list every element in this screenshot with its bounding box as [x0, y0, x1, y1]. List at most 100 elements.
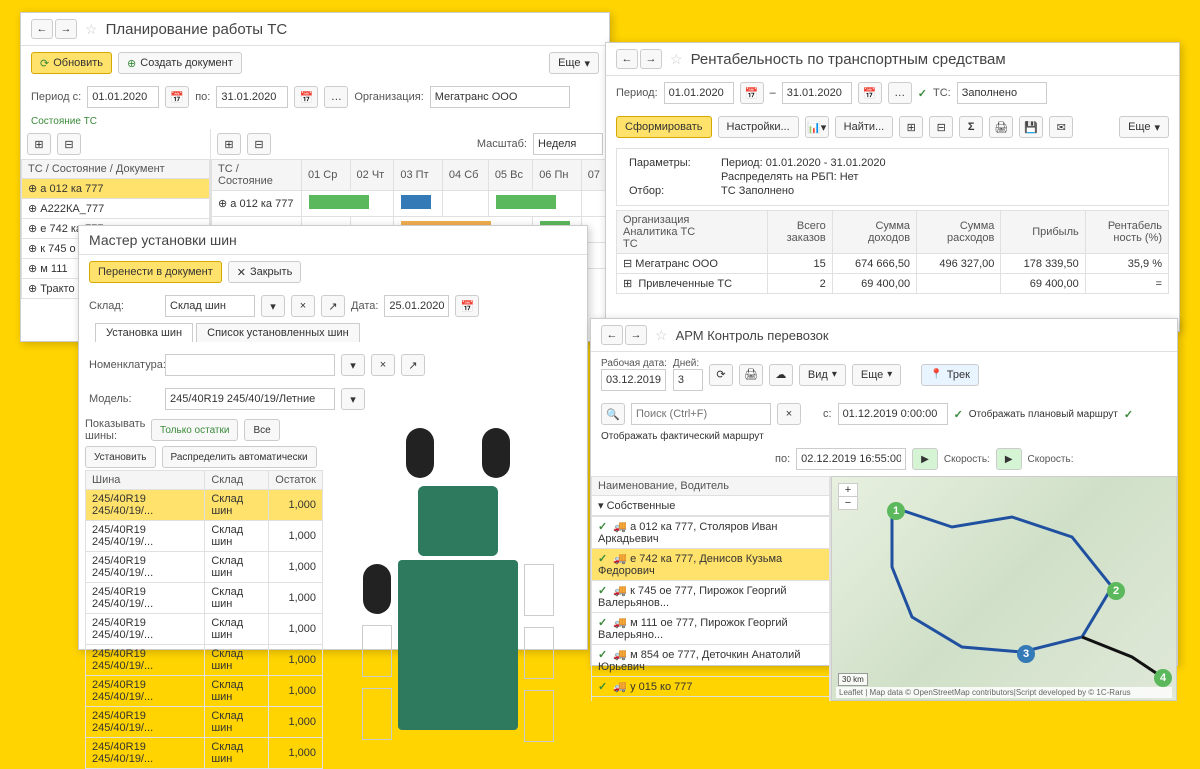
tool-icon[interactable]: ⊟ [247, 133, 271, 155]
period-from-input[interactable] [664, 82, 734, 104]
star-icon[interactable]: ☆ [655, 327, 668, 344]
cloud-icon[interactable]: ☁ [769, 364, 793, 386]
map-waypoint[interactable]: 3 [1017, 645, 1035, 663]
period-dialog-button[interactable]: … [888, 82, 912, 104]
model-input[interactable] [165, 388, 335, 410]
table-row[interactable]: 245/40R19 245/40/19/...Склад шин1,000 [86, 552, 323, 583]
nav-back[interactable]: ← [616, 49, 638, 69]
tool-icon[interactable]: ⊞ [217, 133, 241, 155]
tire-icon[interactable] [482, 428, 510, 478]
days-input[interactable] [673, 369, 703, 391]
tire-slot[interactable] [362, 688, 392, 740]
nav-forward[interactable]: → [640, 49, 662, 69]
open-icon[interactable]: ↗ [401, 354, 425, 376]
calendar-icon[interactable]: 📅 [455, 295, 479, 317]
org-input[interactable] [430, 86, 570, 108]
create-doc-button[interactable]: ⊕ Создать документ [118, 52, 242, 74]
tire-icon[interactable] [363, 564, 391, 614]
workdate-input[interactable] [601, 369, 666, 391]
search-icon[interactable]: 🔍 [601, 403, 625, 425]
find-button[interactable]: Найти... [835, 116, 894, 138]
search-input[interactable] [631, 403, 771, 425]
nav-forward[interactable]: → [55, 19, 77, 39]
tire-slot[interactable] [524, 690, 554, 742]
tire-slot[interactable] [524, 627, 554, 679]
refresh-button[interactable]: ⟳ Обновить [31, 52, 112, 74]
expand-icon[interactable]: ⊞ [899, 116, 923, 138]
x-icon[interactable]: × [291, 295, 315, 317]
mail-icon[interactable]: ✉ [1049, 116, 1073, 138]
table-row[interactable]: 245/40R19 245/40/19/...Склад шин1,000 [86, 614, 323, 645]
only-remains-button[interactable]: Только остатки [151, 419, 238, 441]
map-waypoint[interactable]: 4 [1154, 669, 1172, 687]
move-to-doc-button[interactable]: Перенести в документ [89, 261, 222, 283]
check-icon[interactable]: ✓ [954, 408, 963, 421]
table-row[interactable]: 245/40R19 245/40/19/...Склад шин1,000 [86, 490, 323, 521]
open-icon[interactable]: ↗ [321, 295, 345, 317]
close-button[interactable]: ✕ Закрыть [228, 261, 302, 283]
table-row[interactable]: ✓ 🚚 у 015 ко 777 [592, 677, 830, 697]
print-icon[interactable]: 🖨 [739, 364, 763, 386]
state-ts-link[interactable]: Состояние ТС [21, 114, 609, 129]
x-icon[interactable]: × [371, 354, 395, 376]
map[interactable]: + − 1 2 3 4 Leaflet | Map data © OpenStr… [831, 476, 1177, 701]
table-row[interactable]: ✓ 🚚 у 548 ко 777, Денисов Кузьма Федоров… [592, 697, 830, 702]
calendar-icon[interactable]: 📅 [858, 82, 882, 104]
ts-row[interactable]: ⊕ а 012 ка 777 [22, 179, 210, 199]
period-to-input[interactable] [782, 82, 852, 104]
gantt-row-label[interactable]: ⊕ а 012 ка 777 [212, 191, 302, 217]
all-button[interactable]: Все [244, 419, 279, 441]
group-row[interactable]: ▾ Собственные [592, 496, 830, 516]
from-input[interactable] [838, 403, 948, 425]
clear-icon[interactable]: ▾ [261, 295, 285, 317]
print-icon[interactable]: 🖨 [989, 116, 1013, 138]
period-to-input[interactable] [216, 86, 288, 108]
more-button[interactable]: Еще ▾ [1119, 116, 1169, 138]
calendar-icon[interactable]: 📅 [165, 86, 189, 108]
check-icon[interactable]: ✓ [1124, 408, 1133, 421]
tab-installed-list[interactable]: Список установленных шин [196, 323, 360, 342]
calendar-icon[interactable]: 📅 [740, 82, 764, 104]
table-row[interactable]: ✓ 🚚 а 012 ка 777, Столяров Иван Аркадьев… [592, 517, 830, 549]
table-row[interactable]: 245/40R19 245/40/19/...Склад шин1,000 [86, 738, 323, 769]
date-input[interactable] [384, 295, 449, 317]
check-icon[interactable]: ✓ [918, 87, 927, 100]
sigma-icon[interactable]: Σ [959, 116, 983, 138]
view-button[interactable]: Вид ▾ [799, 364, 846, 386]
star-icon[interactable]: ☆ [85, 21, 98, 38]
tire-slot[interactable] [362, 625, 392, 677]
table-row[interactable]: ⊞ Привлеченные ТС269 400,0069 400,00= [617, 274, 1169, 294]
table-row[interactable]: ✓ 🚚 е 742 ка 777, Денисов Кузьма Федоров… [592, 549, 830, 581]
nav-forward[interactable]: → [625, 325, 647, 345]
ts-input[interactable] [957, 82, 1047, 104]
play-button[interactable]: ▶ [996, 448, 1022, 470]
map-waypoint[interactable]: 1 [887, 502, 905, 520]
table-row[interactable]: ⊟ Мегатранс ООО15674 666,50496 327,00178… [617, 254, 1169, 274]
save-icon[interactable]: 💾 [1019, 116, 1043, 138]
nav-back[interactable]: ← [31, 19, 53, 39]
more-button[interactable]: Еще ▾ [852, 364, 901, 386]
table-row[interactable]: ✓ 🚚 м 111 ое 777, Пирожок Георгий Валерь… [592, 613, 830, 645]
chart-icon[interactable]: 📊▾ [805, 116, 829, 138]
table-row[interactable]: ✓ 🚚 к 745 ое 777, Пирожок Георгий Валерь… [592, 581, 830, 613]
to-input[interactable] [796, 448, 906, 470]
clear-search-icon[interactable]: × [777, 403, 801, 425]
clear-icon[interactable]: ▾ [341, 354, 365, 376]
install-button[interactable]: Установить [85, 446, 156, 468]
tire-icon[interactable] [406, 428, 434, 478]
period-dialog-button[interactable]: … [324, 86, 348, 108]
table-row[interactable]: 245/40R19 245/40/19/...Склад шин1,000 [86, 521, 323, 552]
table-row[interactable]: 245/40R19 245/40/19/...Склад шин1,000 [86, 583, 323, 614]
settings-button[interactable]: Настройки... [718, 116, 799, 138]
tab-install[interactable]: Установка шин [95, 323, 193, 342]
auto-distribute-button[interactable]: Распределить автоматически [162, 446, 317, 468]
map-waypoint[interactable]: 2 [1107, 582, 1125, 600]
scale-input[interactable] [533, 133, 603, 155]
table-row[interactable]: 245/40R19 245/40/19/...Склад шин1,000 [86, 676, 323, 707]
collapse-icon[interactable]: ⊟ [929, 116, 953, 138]
tire-slot[interactable] [524, 564, 554, 616]
table-row[interactable]: ✓ 🚚 м 854 ое 777, Деточкин Анатолий Юрье… [592, 645, 830, 677]
table-row[interactable]: 245/40R19 245/40/19/...Склад шин1,000 [86, 645, 323, 676]
calendar-icon[interactable]: 📅 [294, 86, 318, 108]
nav-back[interactable]: ← [601, 325, 623, 345]
